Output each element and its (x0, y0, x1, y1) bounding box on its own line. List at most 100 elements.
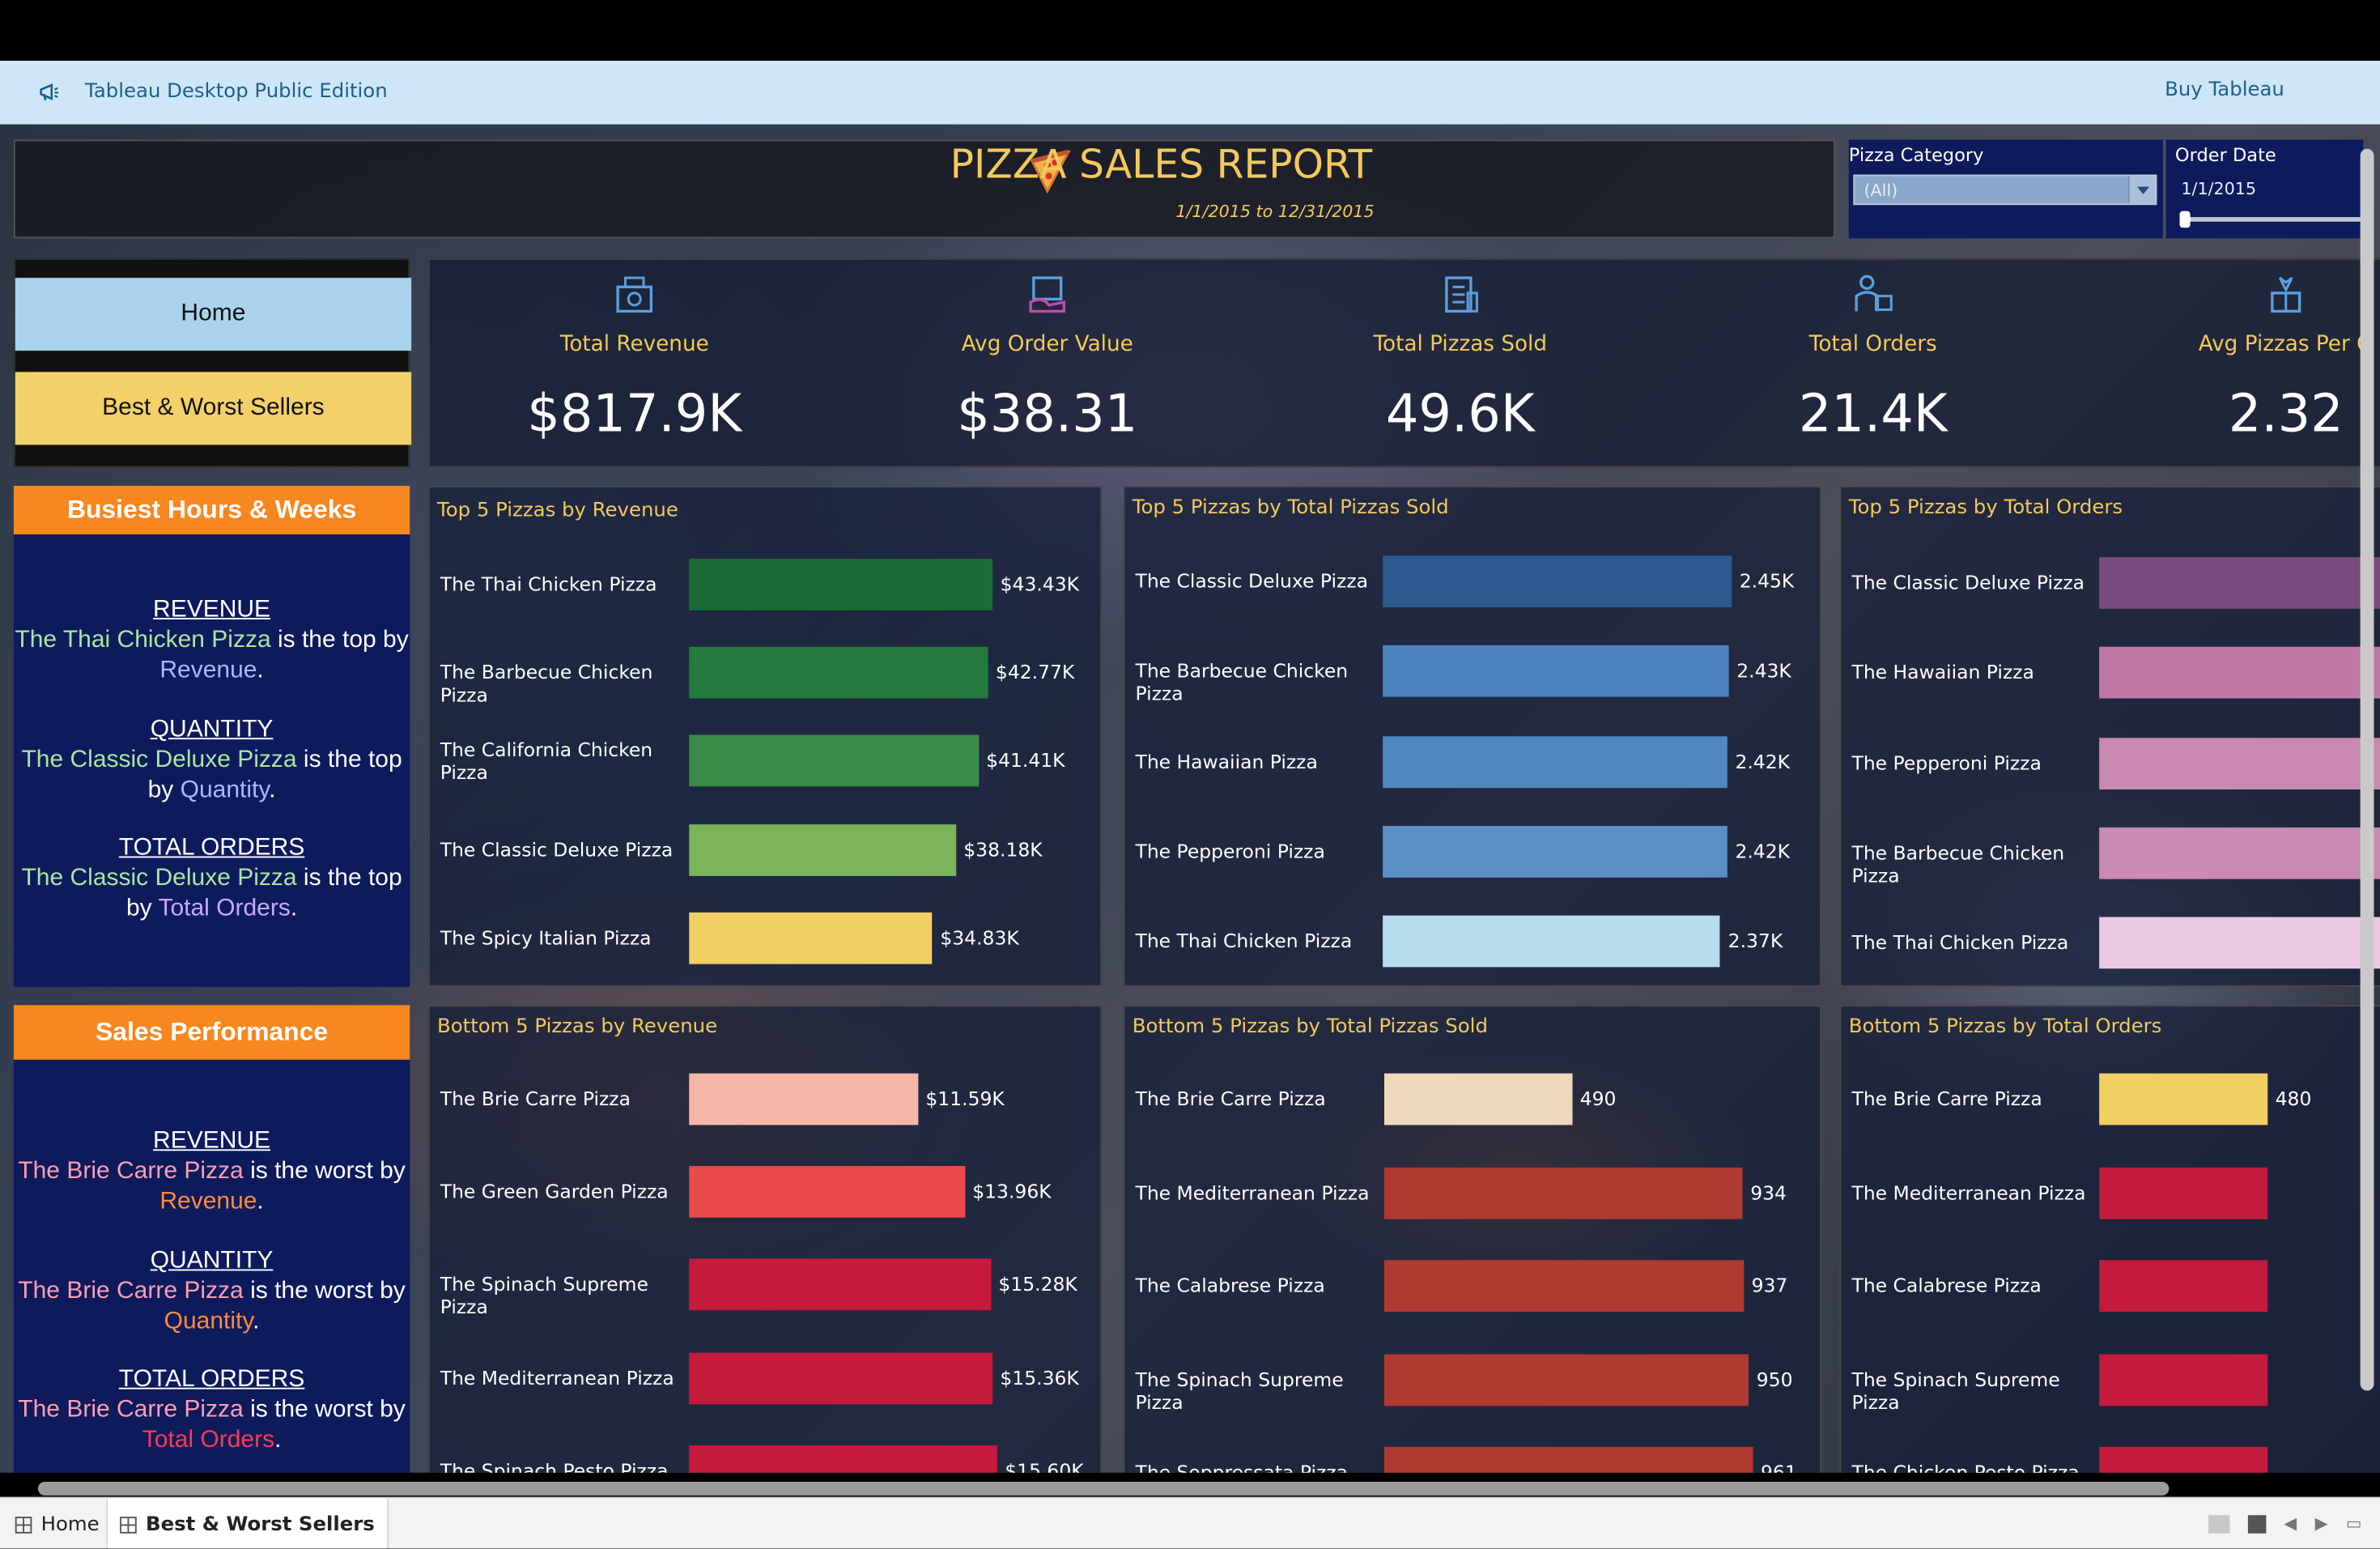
bar[interactable] (689, 1445, 997, 1473)
pizza-category-value: (All) (1864, 181, 1898, 200)
bar[interactable] (689, 559, 992, 611)
bar[interactable] (1383, 555, 1732, 607)
present-mode-icon[interactable]: ▭ (2346, 1513, 2362, 1533)
bar-label: The Green Garden Pizza (440, 1180, 691, 1202)
bar[interactable] (689, 823, 956, 875)
bar-row: The Classic Deluxe Pizza (1841, 557, 2380, 609)
insight-heading: TOTAL ORDERS (14, 1365, 410, 1396)
bar[interactable] (2099, 1448, 2267, 1473)
chart-bottom5-orders: Bottom 5 Pizzas by Total Orders The Brie… (1840, 1005, 2380, 1473)
chevron-down-icon[interactable] (2128, 177, 2156, 204)
bar-label: The Calabrese Pizza (1852, 1274, 2102, 1296)
bar-value-label: 490 (1580, 1087, 1617, 1110)
bar[interactable] (689, 735, 979, 787)
kpi-avg-pizzas-per-order: Avg Pizzas Per O 2.32 (2081, 260, 2380, 470)
insight-end: . (253, 1309, 259, 1334)
insight-end: . (257, 657, 263, 683)
best-quantity-insight: QUANTITY The Classic Deluxe Pizza is the… (14, 715, 410, 806)
insight-text: is the worst by (244, 1159, 406, 1185)
bar-row: The Spicy Italian Pizza$34.83K (430, 912, 1101, 964)
kpi-label: Total Orders (1668, 333, 2078, 357)
insight-pizza: The Brie Carre Pizza (18, 1159, 243, 1185)
bar-label: The Thai Chicken Pizza (440, 572, 691, 595)
bar[interactable] (2099, 557, 2380, 609)
bar-value-label: 2.42K (1735, 749, 1790, 772)
bar[interactable] (2099, 1167, 2267, 1219)
cash-register-icon (612, 272, 657, 317)
window-top-bar (0, 0, 2380, 61)
bar-label: The California Chicken Pizza (440, 738, 691, 784)
order-date-label: Order Date (2175, 144, 2276, 165)
home-button[interactable]: Home (15, 278, 411, 351)
bar[interactable] (2099, 737, 2380, 789)
tab-home[interactable]: Home (3, 1499, 112, 1549)
bar[interactable] (1384, 1354, 1749, 1406)
next-sheet-icon[interactable]: ▶ (2315, 1513, 2328, 1533)
bar-row: The Brie Carre Pizza$11.59K (430, 1074, 1101, 1126)
insight-metric: Revenue (159, 1189, 257, 1215)
bar[interactable] (689, 912, 933, 964)
pizza-category-select[interactable]: (All) (1853, 175, 2157, 206)
bar-row: The Barbecue Chicken Pizza$42.77K (430, 647, 1101, 699)
vertical-scrollbar[interactable] (2361, 149, 2374, 1391)
bar-row: The Pepperoni Pizza2.42K (1124, 826, 1820, 878)
bar-value-label: $42.77K (996, 661, 1074, 683)
bar-value-label: $15.28K (998, 1273, 1077, 1296)
bar[interactable] (2099, 1261, 2267, 1313)
bar-label: The Mediterranean Pizza (1852, 1181, 2102, 1203)
insight-end: . (274, 1428, 281, 1453)
bar[interactable] (1383, 736, 1728, 788)
bar-row: The Barbecue Chicken Pizza (1841, 828, 2380, 879)
chart-title: Bottom 5 Pizzas by Total Orders (1849, 1015, 2162, 1038)
bar-row: The Barbecue Chicken Pizza2.43K (1124, 645, 1820, 697)
horizontal-scrollbar[interactable] (38, 1482, 2170, 1496)
order-date-slider[interactable] (2184, 217, 2366, 222)
bar[interactable] (1384, 1448, 1753, 1473)
bar[interactable] (689, 1166, 965, 1218)
order-date-filter: Order Date 1/1/2015 (2166, 140, 2364, 239)
previous-sheet-icon[interactable]: ◀ (2284, 1513, 2297, 1533)
bar-label: The Mediterranean Pizza (440, 1366, 691, 1389)
best-worst-sellers-button[interactable]: Best & Worst Sellers (15, 372, 411, 445)
bar[interactable] (2099, 828, 2380, 879)
insight-pizza: The Classic Deluxe Pizza (21, 747, 296, 773)
insight-heading: TOTAL ORDERS (14, 833, 410, 864)
pizza-box-icon (1438, 272, 1483, 317)
bar[interactable] (1383, 826, 1728, 878)
chart-top5-orders: Top 5 Pizzas by Total Orders The Classic… (1840, 486, 2380, 987)
kpi-panel: Total Revenue $817.9K Avg Order Value $3… (428, 258, 2380, 468)
tab-view-icon[interactable] (2247, 1514, 2266, 1533)
bar[interactable] (689, 1259, 991, 1311)
bar-row: The Thai Chicken Pizza$43.43K (430, 559, 1101, 611)
bar[interactable] (689, 1352, 992, 1404)
buy-tableau-link[interactable]: Buy Tableau (2165, 79, 2284, 102)
bar[interactable] (2099, 917, 2380, 969)
megaphone-icon (38, 80, 62, 104)
bar[interactable] (2099, 1354, 2267, 1406)
insight-metric: Total Orders (158, 896, 290, 921)
bar[interactable] (689, 1074, 918, 1126)
bar[interactable] (2099, 1074, 2267, 1126)
bar-row: The Classic Deluxe Pizza$38.18K (430, 823, 1101, 875)
worst-insights-panel: Sales Performance REVENUE The Brie Carre… (14, 1005, 410, 1473)
view-controls: ◀ ▶ ▭ (2208, 1513, 2361, 1533)
bar-value-label: 2.43K (1736, 659, 1791, 682)
insight-end: . (257, 1189, 263, 1215)
bar-row: The Brie Carre Pizza480 (1841, 1074, 2380, 1126)
bar[interactable] (1383, 916, 1720, 968)
bar[interactable] (1384, 1261, 1744, 1313)
bar[interactable] (2099, 647, 2380, 699)
insight-metric: Quantity (164, 1309, 253, 1334)
bar-value-label: $41.41K (986, 749, 1065, 772)
bar-label: The Spinach Supreme Pizza (440, 1273, 691, 1318)
bar-label: The Soppressata Pizza (1136, 1461, 1386, 1472)
bar[interactable] (1383, 645, 1729, 697)
tab-best-worst-sellers[interactable]: Best & Worst Sellers (106, 1499, 388, 1549)
filmstrip-view-icon[interactable] (2208, 1514, 2229, 1533)
slider-handle[interactable] (2180, 211, 2191, 228)
chart-title: Bottom 5 Pizzas by Total Pizzas Sold (1133, 1015, 1488, 1038)
bar[interactable] (1384, 1167, 1743, 1219)
bar[interactable] (1384, 1074, 1572, 1126)
chart-bottom5-revenue: Bottom 5 Pizzas by Revenue The Brie Carr… (428, 1005, 1103, 1473)
bar[interactable] (689, 647, 988, 699)
